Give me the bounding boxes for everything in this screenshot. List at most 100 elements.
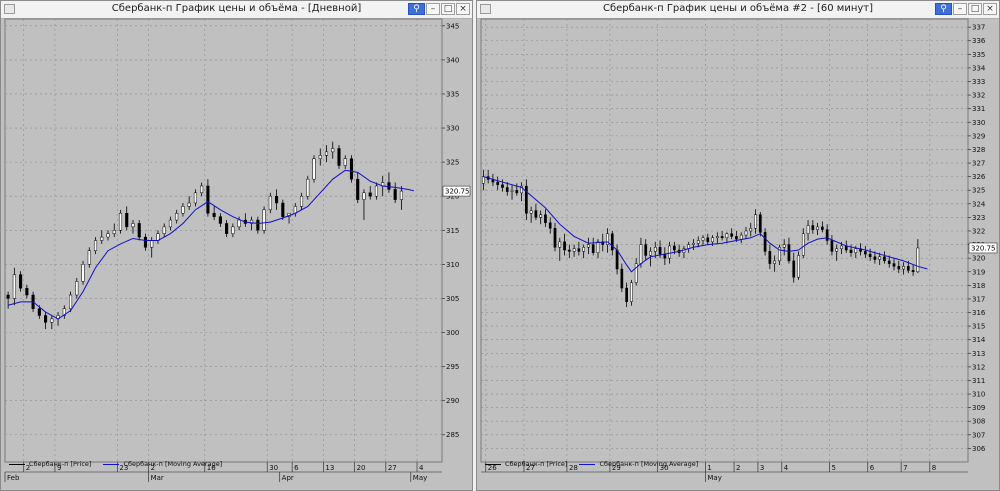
- y-tick-label: 333: [972, 78, 985, 86]
- chart-window-hourly[interactable]: Сбербанк-п График цены и объёма #2 - [60…: [476, 0, 1000, 491]
- y-tick-label: 335: [446, 90, 459, 98]
- price-chart-hourly[interactable]: 3063073083093103113123133143153163173183…: [477, 18, 999, 490]
- candle: [231, 226, 235, 234]
- candle: [692, 242, 695, 245]
- candle: [816, 226, 819, 230]
- candle: [510, 189, 514, 192]
- candle: [544, 214, 547, 224]
- minimize-button[interactable]: –: [426, 3, 440, 15]
- candle: [744, 230, 748, 236]
- x-tick-label: 27: [388, 464, 397, 472]
- candle: [362, 192, 366, 200]
- candle: [630, 282, 633, 302]
- candle: [200, 185, 204, 194]
- candle: [318, 155, 322, 159]
- candle: [50, 318, 54, 323]
- x-tick-label: 3: [760, 464, 764, 472]
- candle: [505, 187, 509, 192]
- legend-label-moving-average: Сбербанк-п [Moving Average]: [599, 460, 699, 468]
- candle: [387, 182, 391, 190]
- y-tick-label: 307: [972, 431, 985, 439]
- candle: [393, 189, 397, 200]
- candle: [868, 253, 872, 258]
- candle: [331, 148, 335, 153]
- candle: [825, 229, 829, 241]
- title-bar[interactable]: Сбербанк-п График цены и объёма #2 - [60…: [477, 1, 999, 19]
- candle: [193, 192, 197, 204]
- candle: [162, 226, 166, 234]
- candle: [567, 249, 571, 252]
- last-price-label: 320.75: [971, 244, 996, 252]
- candle: [591, 244, 595, 253]
- y-tick-label: 334: [972, 64, 986, 72]
- candle: [763, 232, 767, 252]
- candle: [218, 216, 222, 224]
- y-tick-label: 316: [972, 309, 986, 317]
- candle: [739, 234, 743, 240]
- candle: [916, 247, 920, 273]
- candle: [754, 214, 757, 229]
- y-tick-label: 330: [972, 119, 985, 127]
- candle: [237, 219, 241, 228]
- month-label: Apr: [282, 474, 294, 482]
- candle: [587, 244, 590, 248]
- candle: [131, 223, 135, 228]
- candle: [830, 240, 834, 252]
- chart-window-daily[interactable]: Сбербанк-п График цены и объёма - [Дневн…: [0, 0, 473, 491]
- candle: [69, 294, 73, 309]
- candle: [548, 222, 552, 229]
- legend-label-price: Сбербанк-п [Price]: [29, 460, 92, 468]
- x-tick-label: 4: [419, 464, 424, 472]
- y-tick-label: 328: [972, 146, 985, 154]
- candle: [782, 244, 786, 248]
- maximize-button[interactable]: □: [441, 3, 455, 15]
- candle: [577, 248, 581, 252]
- candle: [725, 233, 729, 239]
- y-tick-label: 323: [972, 214, 985, 222]
- pin-button[interactable]: ⚲: [935, 3, 952, 15]
- candle: [821, 226, 824, 230]
- candle: [801, 233, 805, 256]
- candle: [906, 266, 910, 271]
- candle: [644, 244, 648, 256]
- y-tick-label: 315: [972, 323, 985, 331]
- candle: [168, 219, 172, 228]
- candle: [849, 249, 853, 253]
- title-bar[interactable]: Сбербанк-п График цены и объёма - [Дневн…: [1, 1, 472, 19]
- candle: [175, 212, 179, 221]
- candle: [19, 274, 23, 289]
- close-button[interactable]: ×: [456, 3, 470, 15]
- price-chart-daily[interactable]: 2852902953003053103153203253303353403452…: [1, 18, 472, 490]
- candle: [106, 233, 110, 238]
- minimize-button[interactable]: –: [953, 3, 967, 15]
- candle: [625, 287, 628, 302]
- candle: [368, 192, 372, 197]
- pin-button[interactable]: ⚲: [408, 3, 425, 15]
- candle: [356, 178, 360, 200]
- maximize-button[interactable]: □: [968, 3, 982, 15]
- candle: [758, 214, 762, 233]
- legend-label-moving-average: Сбербанк-п [Moving Average]: [123, 460, 223, 468]
- close-button[interactable]: ×: [983, 3, 997, 15]
- y-tick-label: 337: [972, 24, 985, 32]
- candle: [863, 251, 867, 255]
- y-tick-label: 313: [972, 350, 985, 358]
- candle: [615, 249, 619, 270]
- candle: [93, 240, 98, 251]
- candle: [892, 263, 896, 267]
- candle: [553, 228, 557, 248]
- y-tick-label: 327: [972, 160, 985, 168]
- y-tick-label: 305: [446, 295, 459, 303]
- x-tick-label: 2: [736, 464, 740, 472]
- candle: [482, 176, 485, 184]
- candle: [306, 178, 310, 197]
- candle: [792, 260, 796, 278]
- candle: [706, 237, 710, 243]
- candle: [525, 185, 528, 214]
- y-tick-label: 311: [972, 377, 985, 385]
- candle: [854, 248, 858, 253]
- candle: [125, 212, 129, 228]
- window-title: Сбербанк-п График цены и объёма #2 - [60…: [602, 3, 874, 14]
- candle: [649, 251, 652, 256]
- y-tick-label: 330: [446, 125, 459, 133]
